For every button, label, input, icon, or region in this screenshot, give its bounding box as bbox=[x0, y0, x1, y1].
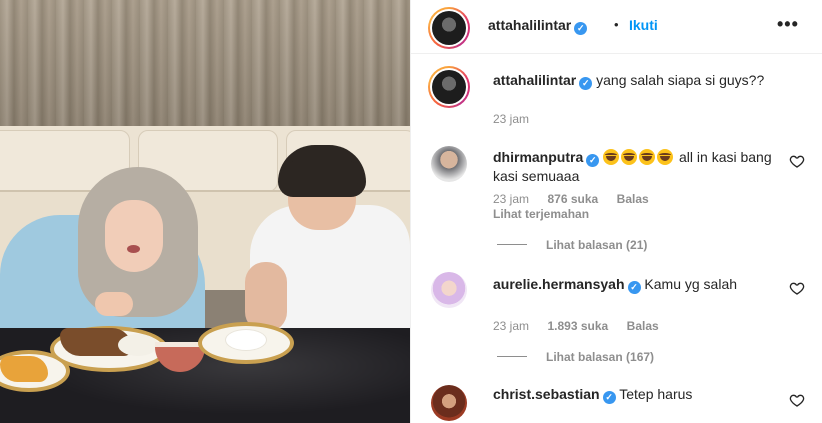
caption-username[interactable]: attahalilintar bbox=[493, 72, 576, 88]
comment-username[interactable]: dhirmanputra bbox=[493, 149, 583, 165]
caption-time[interactable]: 23 jam bbox=[493, 112, 529, 126]
view-replies-link[interactable]: Lihat balasan (21) bbox=[546, 238, 647, 252]
comment-username[interactable]: christ.sebastian bbox=[493, 386, 600, 402]
commenter-avatar[interactable] bbox=[431, 385, 467, 421]
replies-divider bbox=[497, 356, 527, 357]
post-video-frame[interactable] bbox=[0, 0, 410, 423]
see-translation-link[interactable]: Lihat terjemahan bbox=[493, 207, 589, 221]
caption-body: yang salah siapa si guys?? bbox=[596, 72, 765, 88]
laughing-emoji-icon bbox=[657, 149, 674, 165]
comment-time[interactable]: 23 jam bbox=[493, 319, 529, 333]
commenter-avatar[interactable] bbox=[431, 272, 467, 308]
more-options-icon[interactable]: ••• bbox=[777, 14, 799, 35]
follow-button[interactable]: Ikuti bbox=[629, 17, 658, 33]
separator-dot: • bbox=[614, 17, 619, 32]
woman-hand bbox=[95, 292, 133, 316]
reply-button[interactable]: Balas bbox=[617, 192, 649, 206]
woman-face bbox=[105, 200, 163, 272]
replies-divider bbox=[497, 244, 527, 245]
verified-badge-icon: ✓ bbox=[602, 391, 616, 404]
post-header: attahalilintar ✓ • Ikuti ••• bbox=[411, 0, 822, 54]
verified-badge-icon: ✓ bbox=[574, 22, 588, 35]
comment-meta-row: 23 jam 876 suka Balas bbox=[493, 190, 649, 208]
laughing-emoji-icon bbox=[639, 149, 656, 165]
man-fringe bbox=[282, 160, 362, 184]
comment-text: aurelie.hermansyah ✓ Kamu yg salah bbox=[493, 275, 773, 294]
commenter-avatar[interactable] bbox=[431, 146, 467, 182]
comment-username[interactable]: aurelie.hermansyah bbox=[493, 276, 625, 292]
post-side-panel: attahalilintar ✓ • Ikuti ••• attahalilint… bbox=[410, 0, 822, 423]
food-rice bbox=[118, 334, 158, 356]
reply-button[interactable]: Balas bbox=[627, 319, 659, 333]
verified-badge-icon: ✓ bbox=[586, 154, 600, 167]
woman-mouth bbox=[127, 245, 140, 253]
heart-outline-icon[interactable] bbox=[789, 153, 805, 169]
comment-likes[interactable]: 1.893 suka bbox=[547, 319, 608, 333]
comment-likes[interactable]: 876 suka bbox=[547, 192, 598, 206]
view-replies-link[interactable]: Lihat balasan (167) bbox=[546, 350, 654, 364]
verified-badge-icon: ✓ bbox=[579, 77, 593, 90]
comment-time[interactable]: 23 jam bbox=[493, 192, 529, 206]
author-name-row: attahalilintar ✓ bbox=[488, 17, 588, 35]
verified-badge-icon: ✓ bbox=[627, 281, 641, 294]
caption-text: attahalilintar ✓ yang salah siapa si guys… bbox=[493, 71, 783, 90]
background-curtain bbox=[0, 0, 410, 130]
food-egg bbox=[0, 356, 48, 382]
author-avatar[interactable] bbox=[428, 7, 470, 49]
comment-meta-row: 23 jam 1.893 suka Balas bbox=[493, 317, 659, 335]
heart-outline-icon[interactable] bbox=[789, 392, 805, 408]
comment-text: dhirmanputra ✓ all in kasi bang kasi semu… bbox=[493, 148, 773, 185]
author-username[interactable]: attahalilintar bbox=[488, 17, 571, 33]
instagram-post-view: attahalilintar ✓ • Ikuti ••• attahalilint… bbox=[0, 0, 822, 423]
comment-body: Kamu yg salah bbox=[644, 276, 738, 292]
laughing-emoji-icon bbox=[603, 149, 620, 165]
heart-outline-icon[interactable] bbox=[789, 280, 805, 296]
comment-text: christ.sebastian ✓ Tetep harus bbox=[493, 385, 773, 404]
laughing-emoji-icon bbox=[621, 149, 638, 165]
comment-body: Tetep harus bbox=[619, 386, 693, 402]
food-rice bbox=[226, 330, 266, 350]
caption-avatar[interactable] bbox=[428, 66, 470, 108]
